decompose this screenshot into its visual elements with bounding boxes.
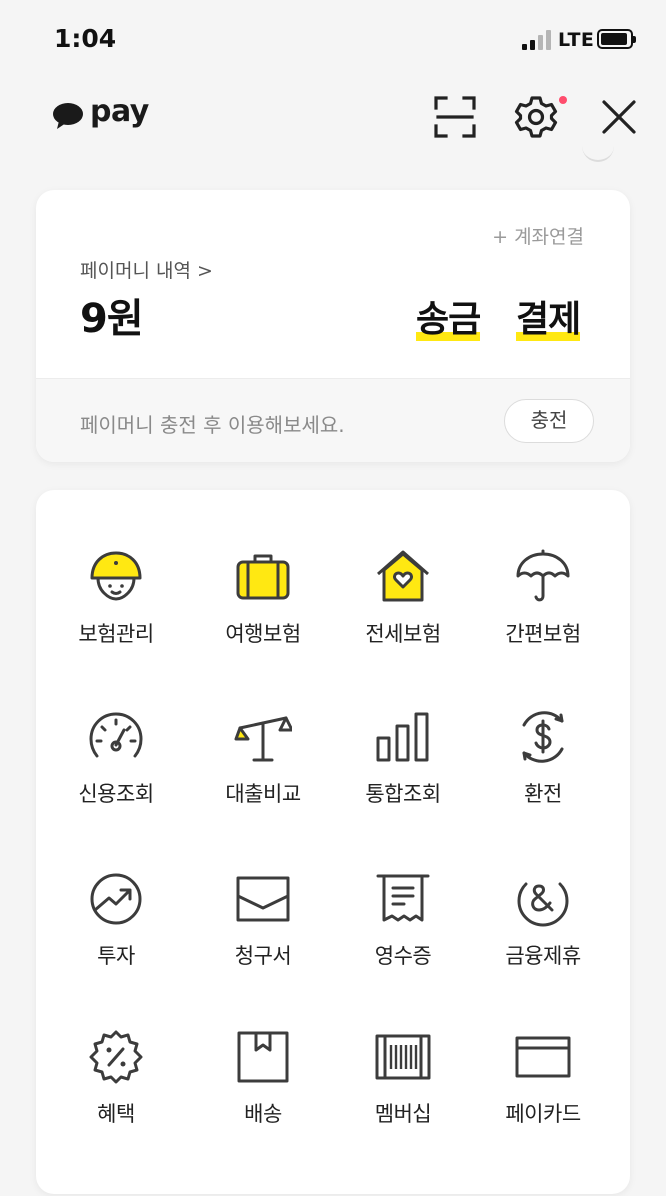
brand-logo: pay [90,94,149,129]
suitcase-icon [236,554,290,600]
menu-label: 여행보험 [225,622,301,646]
scale-icon [234,716,292,762]
battery-icon [597,29,636,49]
menu-item-insurance-management[interactable]: 보험관리 [46,548,186,688]
scan-icon[interactable] [432,94,478,140]
status-bar: 1:04 LTE [0,0,666,80]
menu-label: 멤버십 [374,1102,432,1126]
menu-label: 전세보험 [365,622,441,646]
menu-label: 청구서 [234,944,292,968]
menu-item-credit-check[interactable]: 신용조회 [46,708,186,848]
package-icon [237,1031,289,1083]
app-header: pay [0,80,666,160]
menu-item-financial-partners[interactable]: 금융제휴 [473,870,613,1010]
menu-item-currency-exchange[interactable]: 환전 [473,708,613,848]
menu-label: 신용조회 [78,782,154,806]
menu-item-membership[interactable]: 멤버십 [333,1028,473,1168]
bar-chart-icon [376,712,429,762]
talk-bubble-icon [53,103,83,129]
notification-dot [559,96,567,104]
payment-button[interactable]: 결제 [516,290,581,344]
charge-hint: 페이머니 충전 후 이용해보세요. [80,413,345,437]
barcode-icon [375,1034,431,1080]
status-time: 1:04 [54,24,117,53]
close-icon[interactable] [596,94,642,140]
menu-item-investment[interactable]: 투자 [46,870,186,1010]
menu-label: 혜택 [97,1102,135,1126]
balance-amount: 9원 [80,296,144,342]
menu-item-integrated-view[interactable]: 통합조회 [333,708,473,848]
menu-item-pay-card[interactable]: 페이카드 [473,1028,613,1168]
menu-label: 영수증 [374,944,432,968]
dollar-exchange-icon [522,711,564,763]
umbrella-icon [516,549,570,602]
trend-up-icon [90,873,142,925]
menu-item-delivery[interactable]: 배송 [193,1028,333,1168]
percent-badge-icon [89,1030,143,1084]
settings-icon[interactable] [513,94,559,140]
signal-strength-icon [522,30,554,50]
menu-label: 대출비교 [225,782,301,806]
gauge-icon [89,712,143,758]
menu-item-loan-comparison[interactable]: 대출비교 [193,708,333,848]
service-menu-card: 보험관리 여행보험 전세보험 간편보험 신용조회 대출비교 통합조회 환전 투자… [36,490,630,1194]
card-icon [515,1036,571,1078]
helmet-face-icon [90,551,142,601]
pay-money-card: + 계좌연결 페이머니 내역 > 9원 송금 결제 페이머니 충전 후 이용해보… [36,190,630,462]
send-money-button[interactable]: 송금 [416,290,481,344]
charge-prompt-bar: 페이머니 충전 후 이용해보세요. 충전 [36,378,630,462]
pay-money-history-link[interactable]: 페이머니 내역 > [80,256,213,283]
receipt-icon [376,874,430,922]
menu-item-benefits[interactable]: 혜택 [46,1028,186,1168]
menu-item-receipts[interactable]: 영수증 [333,870,473,1010]
charge-button[interactable]: 충전 [504,399,594,443]
menu-item-simple-insurance[interactable]: 간편보험 [473,548,613,688]
account-link[interactable]: + 계좌연결 [492,222,584,249]
menu-label: 간편보험 [505,622,581,646]
ampersand-icon [517,882,569,927]
network-label: LTE [558,29,595,51]
menu-label: 배송 [244,1102,282,1126]
house-heart-icon [377,550,429,602]
envelope-icon [236,876,290,922]
menu-item-bills[interactable]: 청구서 [193,870,333,1010]
menu-label: 통합조회 [365,782,441,806]
menu-label: 페이카드 [505,1102,581,1126]
menu-label: 환전 [524,782,562,806]
menu-item-jeonse-insurance[interactable]: 전세보험 [333,548,473,688]
menu-item-travel-insurance[interactable]: 여행보험 [193,548,333,688]
menu-label: 투자 [97,944,135,968]
menu-label: 보험관리 [78,622,154,646]
menu-label: 금융제휴 [505,944,581,968]
